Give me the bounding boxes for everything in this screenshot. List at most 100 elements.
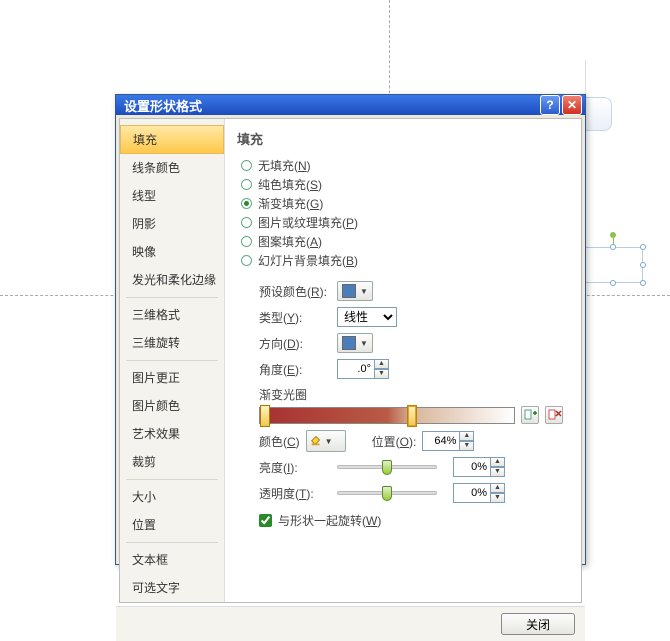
sidebar-item-position[interactable]: 位置 xyxy=(120,511,224,539)
position-label: 位置(O): xyxy=(372,433,417,450)
slider-thumb-icon[interactable] xyxy=(382,486,392,501)
spin-down-icon[interactable]: ▼ xyxy=(491,467,505,477)
radio-icon xyxy=(241,217,252,228)
resize-handle[interactable] xyxy=(640,280,646,286)
sidebar-item-glow[interactable]: 发光和柔化边缘 xyxy=(120,266,224,294)
sidebar-item-pic-color[interactable]: 图片颜色 xyxy=(120,392,224,420)
radio-slide-bg-fill[interactable]: 幻灯片背景填充(B) xyxy=(241,251,569,270)
resize-handle[interactable] xyxy=(610,280,616,286)
add-stop-button[interactable] xyxy=(521,406,539,424)
chevron-down-icon: ▼ xyxy=(358,339,370,348)
rotate-handle-icon[interactable] xyxy=(610,232,616,238)
radio-icon xyxy=(241,198,252,209)
sidebar-item-size[interactable]: 大小 xyxy=(120,483,224,511)
add-stop-icon xyxy=(522,407,538,423)
direction-dropdown[interactable]: ▼ xyxy=(337,333,373,353)
chevron-down-icon: ▼ xyxy=(323,437,335,446)
sidebar-item-3d-format[interactable]: 三维格式 xyxy=(120,301,224,329)
transparency-slider[interactable] xyxy=(337,491,437,495)
direction-swatch-icon xyxy=(342,336,356,350)
preset-swatch-icon xyxy=(342,284,356,298)
format-shape-dialog: 设置形状格式 ? ✕ 填充 线条颜色 线型 阴影 映像 发光和柔化边缘 三维格式… xyxy=(115,94,586,565)
sidebar-item-pic-correct[interactable]: 图片更正 xyxy=(120,364,224,392)
spin-down-icon[interactable]: ▼ xyxy=(491,493,505,503)
gradient-stops-label: 渐变光圈 xyxy=(259,386,569,403)
sidebar-divider xyxy=(126,479,218,480)
radio-picture-fill[interactable]: 图片或纹理填充(P) xyxy=(241,213,569,232)
radio-label: 图片或纹理填充(P) xyxy=(258,214,358,231)
radio-pattern-fill[interactable]: 图案填充(A) xyxy=(241,232,569,251)
radio-no-fill[interactable]: 无填充(N) xyxy=(241,156,569,175)
brightness-input[interactable] xyxy=(453,457,491,477)
radio-label: 幻灯片背景填充(B) xyxy=(258,252,358,269)
remove-stop-button[interactable] xyxy=(545,406,563,424)
remove-stop-icon xyxy=(546,407,562,423)
angle-input[interactable] xyxy=(337,359,375,379)
brightness-spinner[interactable]: ▲ ▼ xyxy=(453,457,505,477)
rotate-with-shape-checkbox[interactable] xyxy=(259,514,272,527)
brightness-label: 亮度(I): xyxy=(259,459,337,476)
sidebar-item-art-effects[interactable]: 艺术效果 xyxy=(120,420,224,448)
sidebar-item-shadow[interactable]: 阴影 xyxy=(120,210,224,238)
type-label: 类型(Y): xyxy=(259,309,337,326)
sidebar-item-textbox[interactable]: 文本框 xyxy=(120,546,224,574)
type-select[interactable]: 线性 xyxy=(337,307,397,327)
resize-handle[interactable] xyxy=(640,262,646,268)
rotate-with-shape-label: 与形状一起旋转(W) xyxy=(278,512,381,529)
sidebar-divider xyxy=(126,360,218,361)
spin-up-icon[interactable]: ▲ xyxy=(375,359,389,369)
direction-label: 方向(D): xyxy=(259,335,337,352)
color-picker-button[interactable]: ▼ xyxy=(306,430,346,452)
bucket-icon xyxy=(309,433,323,450)
sidebar-item-alt-text[interactable]: 可选文字 xyxy=(120,574,224,602)
gradient-track[interactable] xyxy=(259,407,515,424)
angle-label: 角度(E): xyxy=(259,361,337,378)
gradient-stop[interactable] xyxy=(260,405,270,427)
radio-icon xyxy=(241,160,252,171)
bg-selected-shape[interactable] xyxy=(583,247,643,283)
position-spinner[interactable]: ▲ ▼ xyxy=(422,431,474,451)
sidebar-item-3d-rotation[interactable]: 三维旋转 xyxy=(120,329,224,357)
radio-label: 无填充(N) xyxy=(258,157,311,174)
spin-up-icon[interactable]: ▲ xyxy=(491,457,505,467)
radio-label: 纯色填充(S) xyxy=(258,176,322,193)
sidebar-item-fill[interactable]: 填充 xyxy=(120,125,224,154)
slider-thumb-icon[interactable] xyxy=(382,460,392,475)
resize-handle[interactable] xyxy=(640,244,646,250)
sidebar-item-line-color[interactable]: 线条颜色 xyxy=(120,154,224,182)
spin-up-icon[interactable]: ▲ xyxy=(491,483,505,493)
titlebar[interactable]: 设置形状格式 ? ✕ xyxy=(116,95,585,115)
position-input[interactable] xyxy=(422,431,460,451)
chevron-down-icon: ▼ xyxy=(358,287,370,296)
sidebar-item-reflection[interactable]: 映像 xyxy=(120,238,224,266)
transparency-spinner[interactable]: ▲ ▼ xyxy=(453,483,505,503)
transparency-input[interactable] xyxy=(453,483,491,503)
close-button[interactable]: 关闭 xyxy=(501,613,575,635)
spin-up-icon[interactable]: ▲ xyxy=(460,431,474,441)
dialog-title: 设置形状格式 xyxy=(124,96,538,115)
preset-color-dropdown[interactable]: ▼ xyxy=(337,281,373,301)
radio-gradient-fill[interactable]: 渐变填充(G) xyxy=(241,194,569,213)
sidebar-item-crop[interactable]: 裁剪 xyxy=(120,448,224,476)
angle-spinner[interactable]: ▲ ▼ xyxy=(337,359,389,379)
preset-color-label: 预设颜色(R): xyxy=(259,283,337,300)
spin-down-icon[interactable]: ▼ xyxy=(460,441,474,451)
brightness-slider[interactable] xyxy=(337,465,437,469)
radio-icon xyxy=(241,179,252,190)
color-label: 颜色(C) xyxy=(259,433,300,450)
main-panel: 填充 无填充(N) 纯色填充(S) 渐变填充(G) 图片或纹理填充(P) xyxy=(225,119,581,602)
sidebar-divider xyxy=(126,297,218,298)
transparency-label: 透明度(T): xyxy=(259,485,337,502)
help-button[interactable]: ? xyxy=(540,95,560,115)
dialog-footer: 关闭 xyxy=(116,606,585,641)
sidebar-item-line-style[interactable]: 线型 xyxy=(120,182,224,210)
radio-solid-fill[interactable]: 纯色填充(S) xyxy=(241,175,569,194)
radio-label: 图案填充(A) xyxy=(258,233,322,250)
gradient-stop-selected[interactable] xyxy=(407,405,417,427)
category-sidebar: 填充 线条颜色 线型 阴影 映像 发光和柔化边缘 三维格式 三维旋转 图片更正 … xyxy=(120,119,225,602)
resize-handle[interactable] xyxy=(610,244,616,250)
panel-heading: 填充 xyxy=(237,129,569,148)
spin-down-icon[interactable]: ▼ xyxy=(375,369,389,379)
close-icon[interactable]: ✕ xyxy=(562,95,582,115)
radio-icon xyxy=(241,255,252,266)
